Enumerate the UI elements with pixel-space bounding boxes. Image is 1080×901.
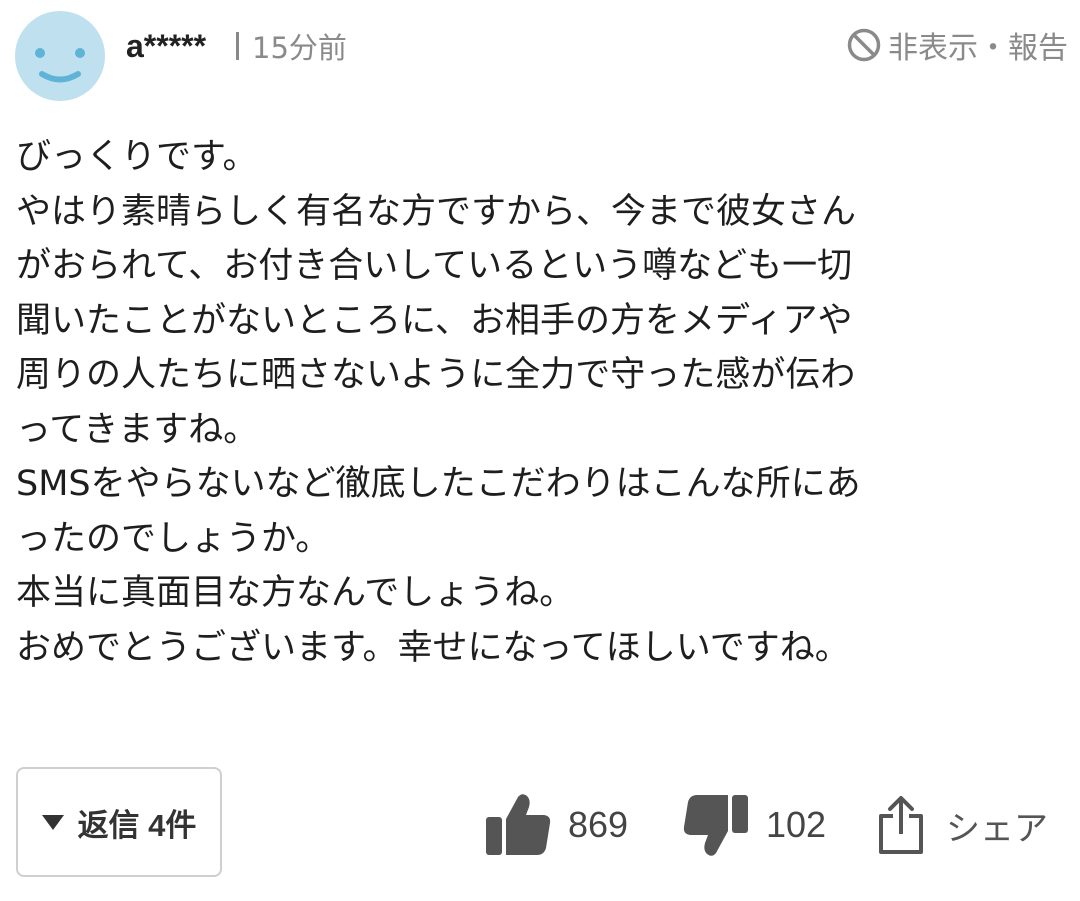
block-icon [847,28,881,62]
hide-report-button[interactable]: 非表示・報告 [846,24,1068,66]
comment-line: ってきますね。 [16,409,259,450]
hide-report-label: 非表示・報告 [888,31,1068,66]
share-button[interactable]: シェア [876,790,1048,860]
comment-line: ったのでしょうか。 [16,518,331,559]
share-icon [879,796,923,854]
like-count: 869 [568,804,629,845]
like-button[interactable]: 869 [484,790,628,860]
dislike-button[interactable]: 102 [682,790,826,860]
timestamp: 15分前 [252,31,347,65]
replies-label: 返信 4件 [77,807,197,843]
caret-down-icon [41,814,64,830]
smiley-face-icon [35,48,85,83]
comment-line: 周りの人たちに晒さないように全力で守った感が伝わ [16,355,856,395]
username[interactable]: a***** [126,26,206,66]
comment-line: びっくりです。 [16,137,258,177]
avatar[interactable] [15,11,105,101]
thumbs-up-icon [486,794,551,855]
comment-line: SMSをやらないなど徹底したこだわりはこんな所にあ [16,464,861,504]
comment-line: おめでとうございます。幸せになってほしいですね。 [16,627,850,668]
divider [236,32,239,60]
comment-body: びっくりです。 やはり素晴らしく有名な方ですから、今まで彼女さん がおられて、お… [16,130,1066,675]
comment-line: 聞いたことがないところに、お相手の方をメディアや [16,300,853,341]
comment-header: a***** 15分前 非表示・報告 [0,0,1080,110]
thumbs-down-icon [683,795,748,856]
share-label: シェア [946,808,1048,849]
comment-line: 本当に真面目な方なんでしょうね。 [16,573,575,613]
replies-toggle-button[interactable]: 返信 4件 [16,767,222,877]
comment-line: がおられて、お付き合いしているという噂なども一切 [16,246,853,286]
dislike-count: 102 [766,804,827,845]
comment-line: やはり素晴らしく有名な方ですから、今まで彼女さん [16,191,857,232]
